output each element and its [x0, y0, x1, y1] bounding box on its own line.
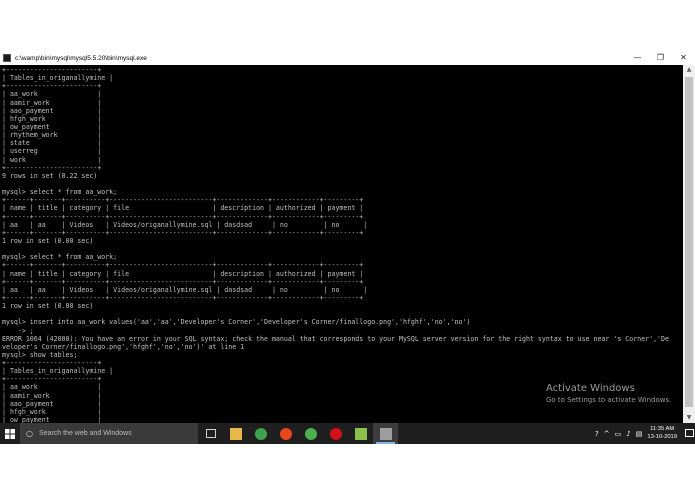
close-button[interactable]: ✕: [672, 51, 695, 65]
console-line: 1 row in set (0.00 sec): [2, 236, 94, 245]
console-line: | Tables_in_origanallymine |: [2, 367, 114, 376]
clock-time: 11:35 AM: [650, 426, 675, 432]
mysql-console-taskbar-button[interactable]: [373, 423, 398, 444]
chrome-taskbar-button[interactable]: [248, 423, 273, 444]
scroll-thumb[interactable]: [685, 77, 693, 407]
clock[interactable]: 11:35 AM 13-10-2019: [647, 426, 677, 441]
notifications-icon[interactable]: [683, 423, 695, 444]
console-line: | Tables_in_origanallymine |: [2, 74, 114, 83]
console-line: mysql> select * from aa_work;: [2, 188, 118, 197]
mysql-console-icon: [379, 427, 392, 440]
vertical-scrollbar[interactable]: ▲ ▼: [683, 65, 695, 423]
console-line: +-----------------------+: [2, 359, 102, 368]
window-controls: — ❐ ✕: [626, 51, 695, 65]
search-input[interactable]: ○ Search the web and Windows: [20, 423, 198, 444]
console-line: | state |: [2, 139, 102, 148]
console-line: mysql> select * from aa_work;: [2, 253, 118, 262]
window-title: c:\wamp\bin\mysql\mysql5.5.20\bin\mysql.…: [15, 54, 147, 62]
console-line: | ow_payment |: [2, 122, 102, 131]
system-tray: ? ^ ▭ ♪ ▤ 11:35 AM 13-10-2019: [595, 423, 695, 444]
console-line: | aao_payment |: [2, 106, 102, 115]
postman-icon: [279, 427, 292, 440]
console-output[interactable]: +-----------------------+ | Tables_in_ori…: [0, 65, 683, 423]
console-line: +-----------------------+: [2, 66, 102, 74]
console-line: veloper's Corner/finallogo.png','hfghf',…: [2, 342, 245, 351]
console-line: | aa | aa | Videos | Videos/origanallymi…: [2, 285, 368, 294]
watermark-subtitle: Go to Settings to activate Windows.: [546, 396, 672, 404]
maximize-button[interactable]: ❐: [649, 51, 672, 65]
console-line: mysql> show tables;: [2, 350, 78, 359]
file-explorer-icon: [229, 427, 242, 440]
minimize-button[interactable]: —: [626, 51, 649, 65]
console-line: +------+-------+----------+-------------…: [2, 196, 364, 205]
chrome-icon: [254, 427, 267, 440]
console-app-icon: [3, 54, 11, 62]
console-line: +------+-------+----------+-------------…: [2, 277, 364, 286]
console-line: 9 rows in set (0.22 sec): [2, 171, 98, 180]
console-line: | name | title | category | file | descr…: [2, 204, 364, 213]
taskbar-apps: [198, 423, 398, 444]
help-icon[interactable]: ?: [595, 430, 599, 438]
postman-taskbar-button[interactable]: [273, 423, 298, 444]
console-line: +-----------------------+: [2, 163, 102, 172]
volume-icon[interactable]: ♪: [626, 430, 630, 438]
console-line: | name | title | category | file | descr…: [2, 269, 364, 278]
windows-logo-icon: [5, 428, 15, 439]
browser-icon: [304, 427, 317, 440]
browser-taskbar-button[interactable]: [298, 423, 323, 444]
console-line: | ow_payment |: [2, 416, 102, 423]
task-view-icon: [205, 429, 216, 438]
console-window: c:\wamp\bin\mysql\mysql5.5.20\bin\mysql.…: [0, 51, 695, 423]
scroll-up-icon[interactable]: ▲: [683, 65, 695, 75]
file-explorer-taskbar-button[interactable]: [223, 423, 248, 444]
clock-date: 13-10-2019: [647, 433, 677, 440]
console-line: | aa | aa | Videos | Videos/origanallymi…: [2, 220, 368, 229]
search-icon: ○: [26, 429, 33, 438]
console-line: | aamir_work |: [2, 98, 102, 107]
notepad-taskbar-button[interactable]: [348, 423, 373, 444]
task-view-taskbar-button[interactable]: [198, 423, 223, 444]
console-line: +------+-------+----------+-------------…: [2, 212, 364, 221]
console-line: +------+-------+----------+-------------…: [2, 228, 364, 237]
console-line: | userreg |: [2, 147, 102, 156]
taskbar: ○ Search the web and Windows ? ^ ▭ ♪ ▤ 1…: [0, 423, 695, 444]
console-line: 1 row in set (0.00 sec): [2, 302, 94, 311]
console-line: ERROR 1064 (42000): You have an error in…: [2, 334, 669, 343]
console-line: +-----------------------+: [2, 82, 102, 91]
network-icon[interactable]: ▤: [636, 430, 643, 438]
start-button[interactable]: [0, 423, 20, 444]
opera-icon: [329, 427, 342, 440]
console-line: | rhythem_work |: [2, 131, 102, 140]
activate-windows-watermark: Activate Windows Go to Settings to activ…: [546, 383, 671, 406]
console-line: | work |: [2, 155, 102, 164]
console-line: +------+-------+----------+-------------…: [2, 261, 364, 270]
console-line: +------+-------+----------+-------------…: [2, 293, 364, 302]
title-bar[interactable]: c:\wamp\bin\mysql\mysql5.5.20\bin\mysql.…: [0, 51, 695, 65]
search-placeholder: Search the web and Windows: [38, 430, 132, 437]
console-line: | aa_work |: [2, 90, 102, 99]
watermark-title: Activate Windows: [546, 383, 635, 394]
opera-taskbar-button[interactable]: [323, 423, 348, 444]
chevron-up-icon[interactable]: ^: [604, 430, 610, 438]
console-line: | hfgh_work |: [2, 407, 102, 416]
notepad-icon: [354, 427, 367, 440]
scroll-down-icon[interactable]: ▼: [683, 413, 695, 423]
console-line: mysql> insert into aa_work values('aa','…: [2, 318, 471, 327]
console-line: | hfgh_work |: [2, 114, 102, 123]
battery-icon[interactable]: ▭: [615, 430, 622, 438]
console-line: -> ;: [2, 326, 34, 335]
